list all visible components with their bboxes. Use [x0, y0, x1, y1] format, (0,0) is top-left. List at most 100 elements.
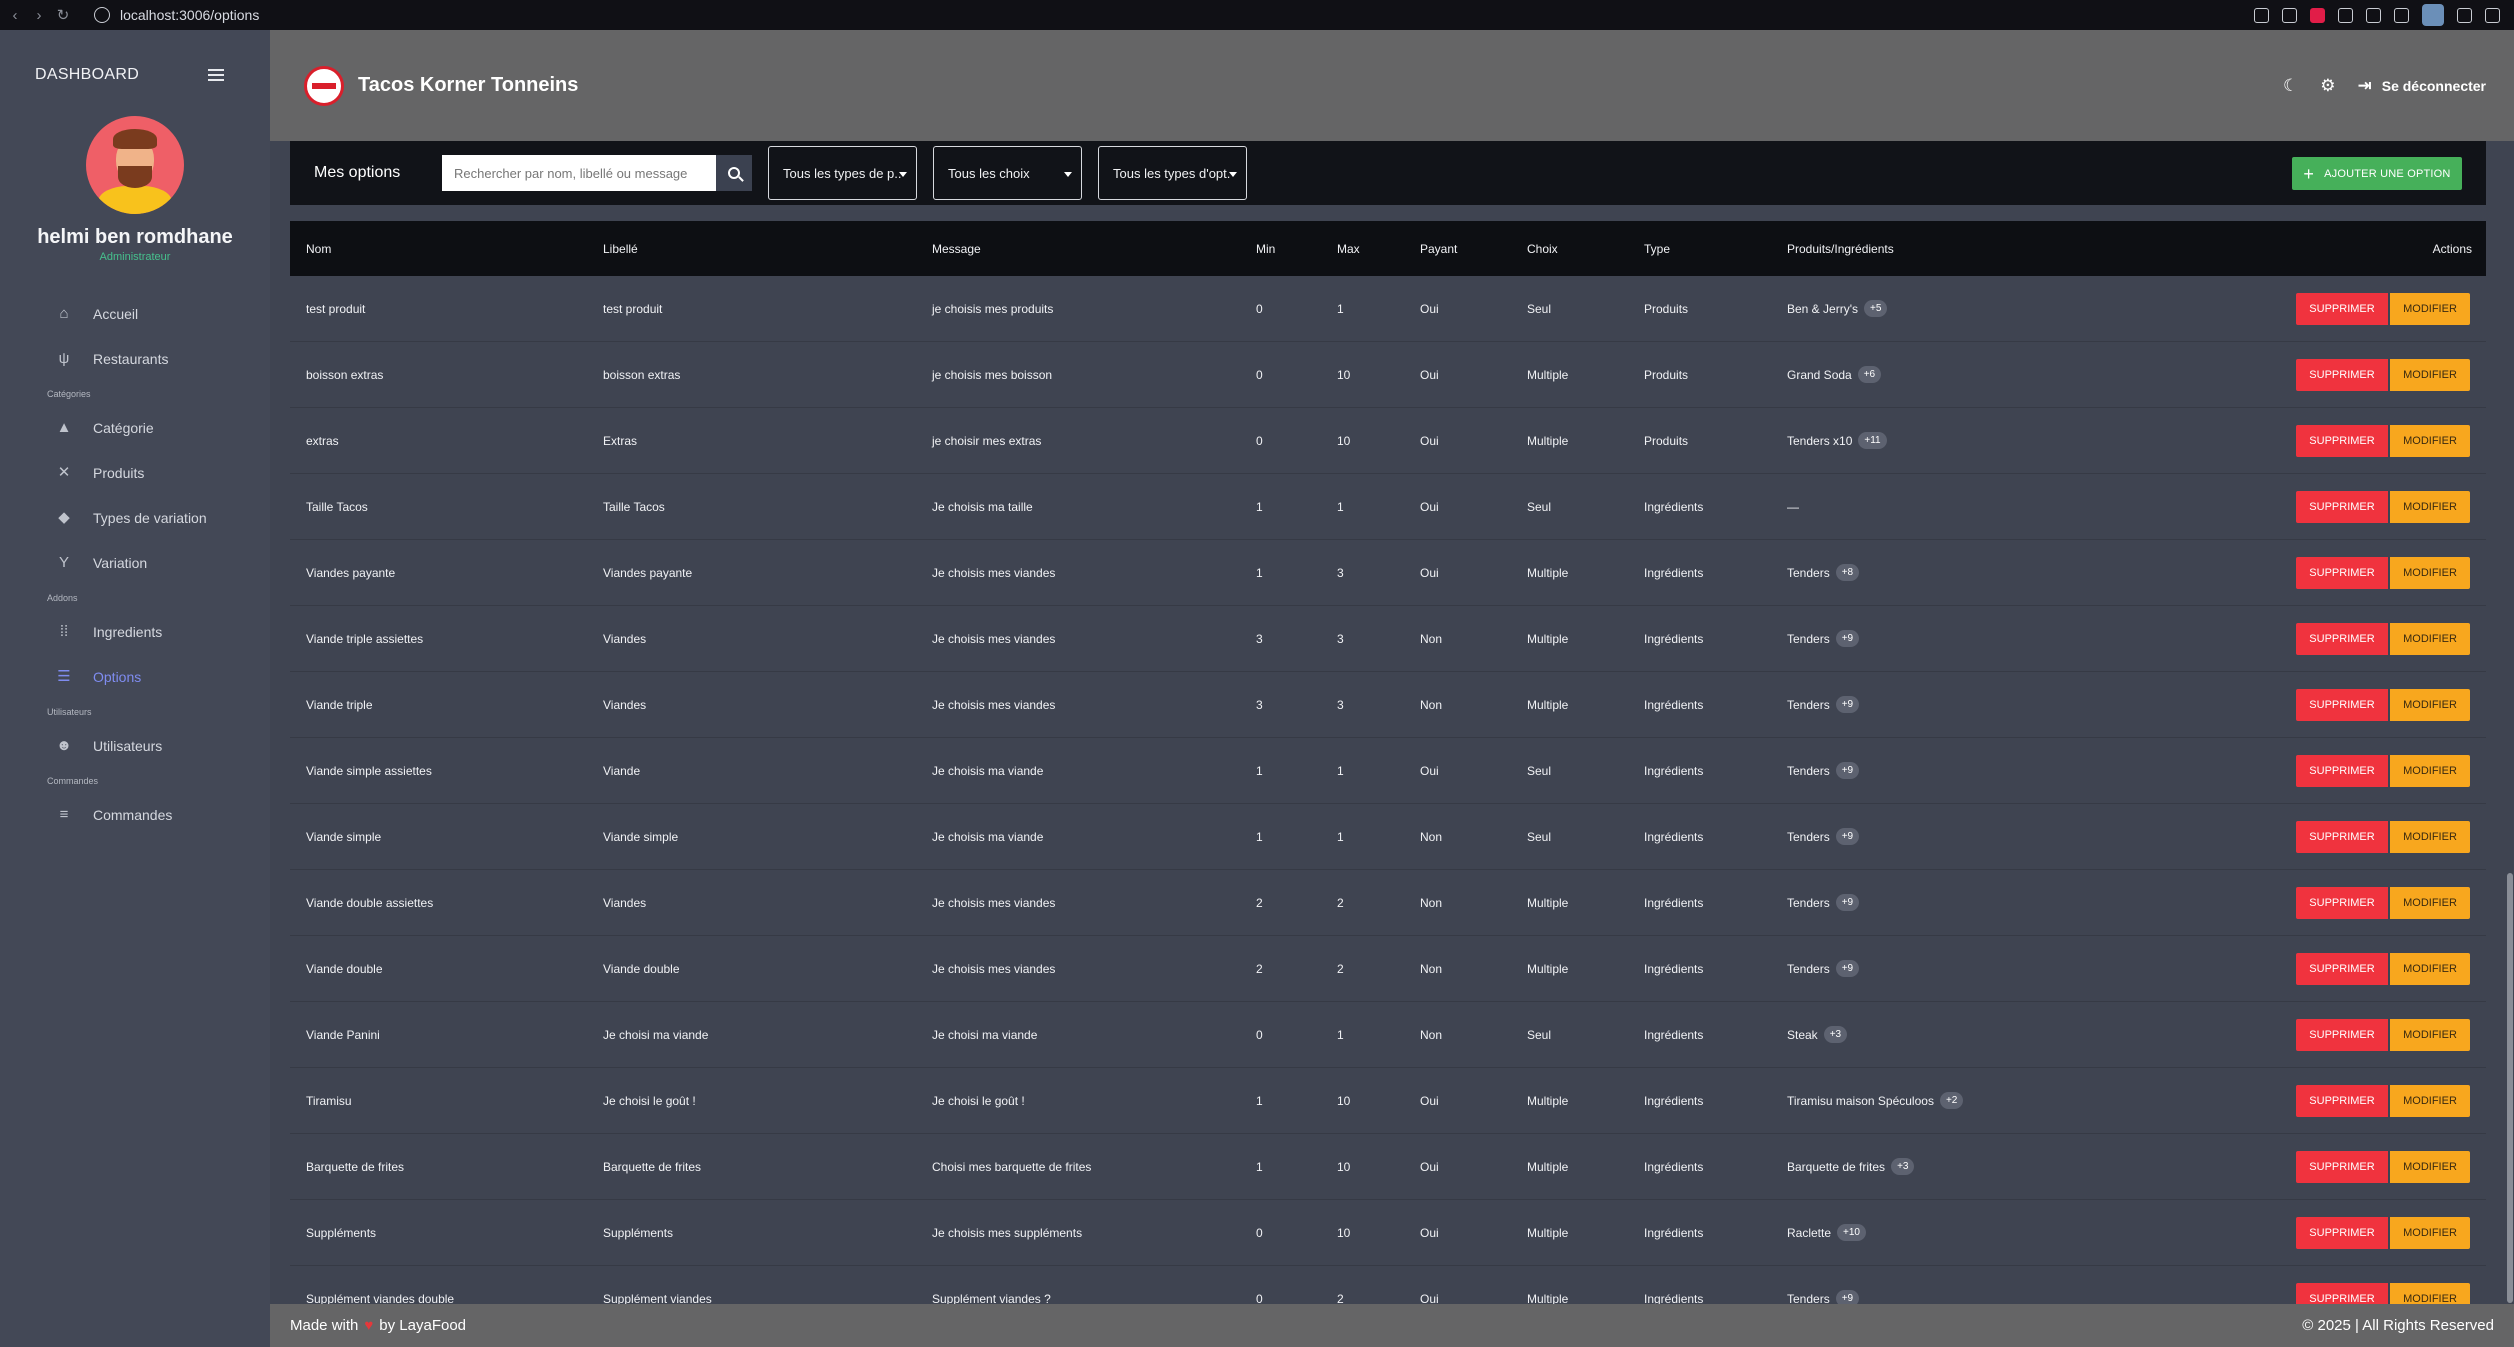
pocket-icon[interactable] [2310, 7, 2325, 23]
edit-button[interactable]: MODIFIER [2390, 754, 2470, 787]
cell-libelle: test produit [603, 301, 663, 316]
delete-button[interactable]: SUPPRIMER [2296, 1216, 2388, 1249]
filter-choice-select[interactable]: Tous les choix [933, 146, 1082, 200]
edit-button[interactable]: MODIFIER [2390, 952, 2470, 985]
delete-button[interactable]: SUPPRIMER [2296, 754, 2388, 787]
forward-icon[interactable]: › [30, 7, 48, 24]
logout-icon: ⇥ [2357, 75, 2372, 95]
edit-button[interactable]: MODIFIER [2390, 358, 2470, 391]
column-header[interactable]: Type [1628, 242, 1771, 256]
sidebar-item-variation[interactable]: Y Variation [0, 540, 270, 585]
menu-icon[interactable] [2485, 7, 2500, 23]
filter-product-type-select[interactable]: Tous les types de p... [768, 146, 917, 200]
sidebar-nav: ⌂ Accueil ψ Restaurants Catégories ▲ Cat… [0, 291, 270, 837]
edit-button[interactable]: MODIFIER [2390, 1084, 2470, 1117]
translate-icon[interactable] [2338, 7, 2353, 23]
delete-button[interactable]: SUPPRIMER [2296, 622, 2388, 655]
play-icon[interactable] [2366, 7, 2381, 23]
table-row: Viande simple assiettes Viande Je choisis … [290, 738, 2486, 804]
edit-button[interactable]: MODIFIER [2390, 820, 2470, 853]
edit-button[interactable]: MODIFIER [2390, 1216, 2470, 1249]
delete-button[interactable]: SUPPRIMER [2296, 1150, 2388, 1183]
add-option-button[interactable]: + AJOUTER UNE OPTION [2292, 157, 2462, 190]
download-icon[interactable] [2457, 7, 2472, 23]
filter-option-type-select[interactable]: Tous les types d'opt... [1098, 146, 1247, 200]
edit-button[interactable]: MODIFIER [2390, 622, 2470, 655]
column-header[interactable]: Max [1321, 242, 1404, 256]
cell-libelle: Taille Tacos [603, 499, 665, 514]
edit-button[interactable]: MODIFIER [2390, 490, 2470, 523]
edit-button[interactable]: MODIFIER [2390, 292, 2470, 325]
sidebar-item-ingredients[interactable]: ⁞⁞ Ingredients [0, 609, 270, 654]
section-title-categories: Catégories [47, 389, 91, 399]
sidebar-item-types-de-variation[interactable]: ◆ Types de variation [0, 495, 270, 540]
sidebar-item-categorie[interactable]: ▲ Catégorie [0, 405, 270, 450]
sidebar-item-options[interactable]: ☰ Options [0, 654, 270, 699]
cell-min: 0 [1256, 301, 1263, 316]
edit-button[interactable]: MODIFIER [2390, 556, 2470, 589]
cell-type: Ingrédients [1644, 1093, 1704, 1108]
back-icon[interactable]: ‹ [6, 7, 24, 24]
search-button[interactable] [716, 155, 752, 191]
cell-max: 3 [1337, 631, 1344, 646]
extension-icon[interactable] [2254, 7, 2269, 23]
column-header[interactable]: Message [916, 242, 1240, 256]
column-header[interactable]: Choix [1511, 242, 1628, 256]
hamburger-icon[interactable] [208, 69, 224, 81]
cell-choix: Multiple [1527, 961, 1569, 976]
scrollbar-thumb[interactable] [2507, 873, 2513, 1303]
fork-knife-icon: ψ [58, 349, 70, 367]
sidebar-item-produits[interactable]: ✕ Produits [0, 450, 270, 495]
sidebar-item-utilisateurs[interactable]: ☻ Utilisateurs [0, 723, 270, 768]
delete-button[interactable]: SUPPRIMER [2296, 556, 2388, 589]
delete-button[interactable]: SUPPRIMER [2296, 424, 2388, 457]
search-input[interactable] [442, 155, 716, 191]
cell-produits: Grand Soda +6 [1771, 366, 2271, 383]
delete-button[interactable]: SUPPRIMER [2296, 1084, 2388, 1117]
section-title-utilisateurs: Utilisateurs [47, 707, 92, 717]
sidebar-item-restaurants[interactable]: ψ Restaurants [0, 336, 270, 381]
delete-button[interactable]: SUPPRIMER [2296, 820, 2388, 853]
column-header[interactable]: Nom [290, 242, 587, 256]
cell-nom: Suppléments [306, 1225, 377, 1240]
cell-choix: Multiple [1527, 1093, 1569, 1108]
delete-button[interactable]: SUPPRIMER [2296, 490, 2388, 523]
edit-button[interactable]: MODIFIER [2390, 424, 2470, 457]
brand-logo [304, 65, 344, 106]
column-header[interactable]: Min [1240, 242, 1321, 256]
table-row: Viande double assiettes Viandes Je choisis… [290, 870, 2486, 936]
column-header[interactable]: Payant [1404, 242, 1511, 256]
delete-button[interactable]: SUPPRIMER [2296, 292, 2388, 325]
cell-libelle: Viandes payante [603, 565, 693, 580]
sidebar-item-accueil[interactable]: ⌂ Accueil [0, 291, 270, 336]
delete-button[interactable]: SUPPRIMER [2296, 688, 2388, 721]
delete-button[interactable]: SUPPRIMER [2296, 886, 2388, 919]
edit-button[interactable]: MODIFIER [2390, 886, 2470, 919]
delete-button[interactable]: SUPPRIMER [2296, 1018, 2388, 1051]
gear-icon[interactable]: ⚙ [2320, 76, 2335, 96]
more-count-badge: +9 [1835, 696, 1860, 713]
delete-button[interactable]: SUPPRIMER [2296, 358, 2388, 391]
options-table: Nom Libellé Message Min Max Payant Choix… [290, 221, 2486, 1332]
column-header[interactable]: Produits/Ingrédients [1771, 242, 2271, 256]
heart-icon[interactable] [2394, 7, 2409, 23]
edit-button[interactable]: MODIFIER [2390, 1150, 2470, 1183]
edit-button[interactable]: MODIFIER [2390, 1018, 2470, 1051]
cell-actions: SUPPRIMER MODIFIER [2271, 1150, 2486, 1183]
moon-icon[interactable]: ☾ [2283, 76, 2298, 96]
cell-payant: Non [1420, 1027, 1443, 1042]
edit-button[interactable]: MODIFIER [2390, 688, 2470, 721]
cell-libelle: Extras [603, 433, 638, 448]
sidebar-item-commandes[interactable]: ≡ Commandes [0, 792, 270, 837]
scrollbar[interactable] [2506, 141, 2514, 1304]
page-title: Mes options [314, 164, 401, 181]
extension-icon[interactable] [2282, 7, 2297, 23]
delete-button[interactable]: SUPPRIMER [2296, 952, 2388, 985]
cell-max: 1 [1337, 763, 1344, 778]
cell-min: 0 [1256, 1027, 1263, 1042]
logout-button[interactable]: ⇥ Se déconnecter [2357, 76, 2486, 96]
reload-icon[interactable]: ↻ [54, 6, 72, 24]
column-header[interactable]: Libellé [587, 242, 916, 256]
address-bar[interactable]: localhost:3006/options [120, 7, 259, 23]
profile-icon[interactable] [2422, 4, 2444, 26]
